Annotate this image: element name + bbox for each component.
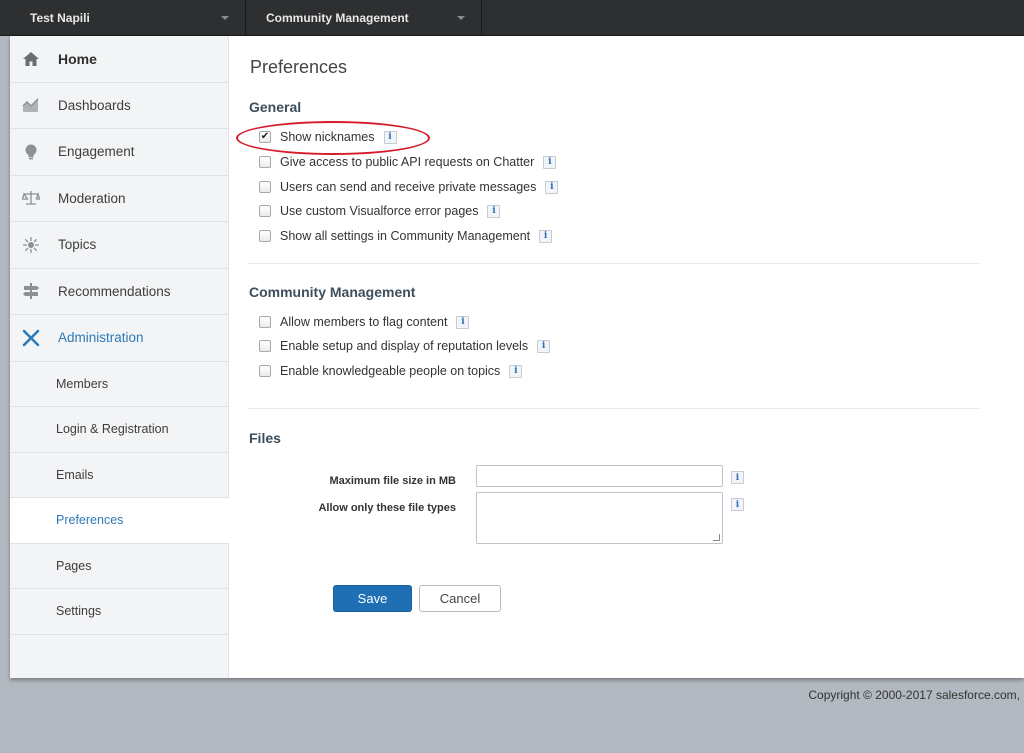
info-icon[interactable]: i xyxy=(383,130,397,144)
sidebar-item-recommendations[interactable]: Recommendations xyxy=(10,269,228,315)
option-label: Give access to public API requests on Ch… xyxy=(280,155,535,169)
sidebar-subitem-label: Emails xyxy=(56,467,94,482)
option-knowledgeable-people[interactable]: Enable knowledgeable people on topics i xyxy=(259,361,523,381)
topics-icon xyxy=(20,236,42,254)
cancel-button[interactable]: Cancel xyxy=(419,585,501,612)
sidebar-item-moderation[interactable]: Moderation xyxy=(10,176,228,222)
checkbox-reputation-levels[interactable] xyxy=(259,340,271,352)
sidebar-subitem-members[interactable]: Members xyxy=(10,362,228,407)
option-private-messages[interactable]: Users can send and receive private messa… xyxy=(259,177,559,197)
top-bar: Test Napili Community Management xyxy=(0,0,1024,36)
max-file-size-input[interactable] xyxy=(476,465,723,487)
chevron-down-icon xyxy=(221,16,229,20)
sidebar-subitem-emails[interactable]: Emails xyxy=(10,453,228,498)
page-title: Preferences xyxy=(250,57,348,77)
main-panel: Home Dashboards Engagement Moderation To… xyxy=(10,36,1024,678)
option-label: Users can send and receive private messa… xyxy=(280,180,537,194)
option-label: Enable setup and display of reputation l… xyxy=(280,339,529,353)
option-label: Show all settings in Community Managemen… xyxy=(280,229,531,243)
checkbox-flag-content[interactable] xyxy=(259,316,271,328)
sidebar-subitem-label: Pages xyxy=(56,558,92,573)
option-show-all-settings[interactable]: Show all settings in Community Managemen… xyxy=(259,226,553,246)
resize-handle-icon[interactable] xyxy=(713,534,720,541)
sidebar-item-label: Engagement xyxy=(58,144,135,160)
save-button[interactable]: Save xyxy=(333,585,412,612)
file-types-textarea[interactable] xyxy=(476,492,723,544)
sidebar-subitem-login-registration[interactable]: Login & Registration xyxy=(10,407,228,453)
sidebar-subitem-preferences[interactable]: Preferences xyxy=(10,498,229,544)
content-area: Preferences General ✔ Show nicknames i G… xyxy=(229,36,1024,678)
sidebar-item-topics[interactable]: Topics xyxy=(10,222,228,269)
copyright-footer: Copyright © 2000-2017 salesforce.com, xyxy=(808,688,1020,702)
option-label: Enable knowledgeable people on topics xyxy=(280,364,501,378)
option-label: Show nicknames xyxy=(280,130,375,144)
sidebar-subitem-settings[interactable]: Settings xyxy=(10,589,228,635)
section-divider xyxy=(249,408,980,409)
sidebar-item-label: Recommendations xyxy=(58,283,171,299)
file-types-label: Allow only these file types xyxy=(318,502,456,514)
option-visualforce-error-pages[interactable]: Use custom Visualforce error pages i xyxy=(259,201,501,221)
option-flag-content[interactable]: Allow members to flag content i xyxy=(259,312,470,332)
sidebar-item-label: Administration xyxy=(58,330,144,346)
max-file-size-label: Maximum file size in MB xyxy=(329,475,456,487)
sidebar-item-engagement[interactable]: Engagement xyxy=(10,129,228,176)
info-icon[interactable]: i xyxy=(537,339,551,353)
section-divider xyxy=(249,263,980,264)
info-icon[interactable]: i xyxy=(539,229,553,243)
sidebar-subitem-label: Login & Registration xyxy=(56,422,169,437)
sidebar-subitem-label: Members xyxy=(56,376,109,391)
checkbox-private-messages[interactable] xyxy=(259,181,271,193)
option-label: Use custom Visualforce error pages xyxy=(280,204,479,218)
info-icon[interactable]: i xyxy=(731,498,744,511)
community-switcher[interactable]: Test Napili xyxy=(0,0,246,36)
option-reputation-levels[interactable]: Enable setup and display of reputation l… xyxy=(259,336,551,356)
sidebar-item-home[interactable]: Home xyxy=(10,36,228,83)
checkbox-show-nicknames[interactable]: ✔ xyxy=(259,131,271,143)
info-icon[interactable]: i xyxy=(731,471,744,484)
sidebar-item-label: Dashboards xyxy=(58,97,131,113)
checkbox-knowledgeable-people[interactable] xyxy=(259,365,271,377)
checkbox-show-all-settings[interactable] xyxy=(259,230,271,242)
lightbulb-icon xyxy=(20,143,42,161)
checkbox-visualforce-error-pages[interactable] xyxy=(259,205,271,217)
option-show-nicknames[interactable]: ✔ Show nicknames i xyxy=(259,127,397,147)
section-title-general: General xyxy=(249,99,302,115)
check-icon: ✔ xyxy=(260,131,270,142)
info-icon[interactable]: i xyxy=(509,364,523,378)
sidebar-item-administration[interactable]: Administration xyxy=(10,315,228,362)
sidebar: Home Dashboards Engagement Moderation To… xyxy=(10,36,229,678)
section-title-files: Files xyxy=(249,430,281,446)
sidebar-subitem-label: Settings xyxy=(56,604,102,619)
tools-icon xyxy=(20,329,42,347)
workspace-name: Community Management xyxy=(266,11,409,25)
community-name: Test Napili xyxy=(30,11,90,25)
chart-icon xyxy=(20,96,42,114)
chevron-down-icon xyxy=(457,16,465,20)
scales-icon xyxy=(20,189,42,207)
home-icon xyxy=(20,50,42,68)
signpost-icon xyxy=(20,282,42,300)
section-title-community-management: Community Management xyxy=(249,284,416,300)
sidebar-subitem-pages[interactable]: Pages xyxy=(10,544,228,589)
info-icon[interactable]: i xyxy=(543,155,557,169)
sidebar-item-label: Moderation xyxy=(58,190,126,206)
info-icon[interactable]: i xyxy=(545,180,559,194)
option-public-api-chatter[interactable]: Give access to public API requests on Ch… xyxy=(259,152,557,172)
sidebar-item-label: Topics xyxy=(58,237,97,253)
sidebar-item-dashboards[interactable]: Dashboards xyxy=(10,83,228,129)
info-icon[interactable]: i xyxy=(487,204,501,218)
sidebar-item-label: Home xyxy=(58,50,97,67)
info-icon[interactable]: i xyxy=(456,315,470,329)
workspace-switcher[interactable]: Community Management xyxy=(246,0,482,36)
option-label: Allow members to flag content xyxy=(280,315,448,329)
sidebar-subitem-label: Preferences xyxy=(56,513,124,528)
checkbox-public-api-chatter[interactable] xyxy=(259,156,271,168)
